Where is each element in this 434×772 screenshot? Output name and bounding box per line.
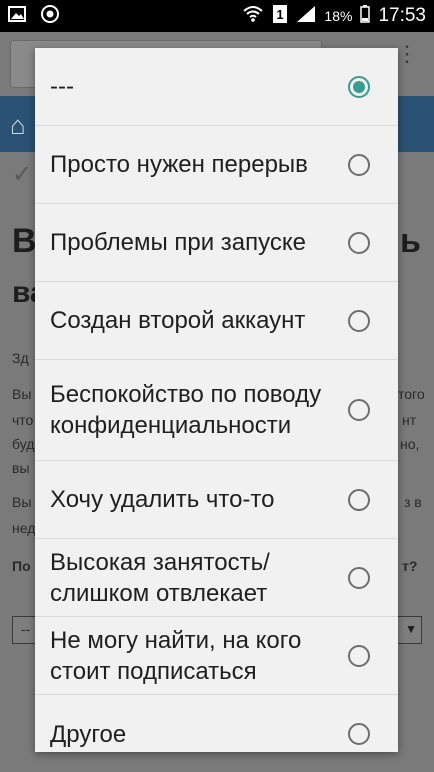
- page-title-fragment-right: ь: [400, 222, 421, 260]
- bg-text-line: з в: [404, 494, 422, 510]
- option-label: Просто нужен перерыв: [50, 151, 308, 178]
- sim-1-icon: 1: [272, 4, 288, 29]
- bg-text-line: Вы: [12, 386, 32, 402]
- option-too-busy[interactable]: Высокая занятость/ слишком отвлекает: [35, 539, 398, 617]
- option-label: Высокая занятость/ слишком отвлекает: [50, 548, 270, 607]
- bg-text-line: но,: [400, 436, 420, 452]
- chevron-down-icon: ▼: [405, 622, 417, 636]
- option-other[interactable]: Другое: [35, 695, 398, 752]
- reason-picker-dialog: --- Просто нужен перерыв Проблемы при за…: [35, 48, 398, 752]
- radio-selected-icon[interactable]: [348, 75, 370, 98]
- radio-icon[interactable]: [348, 399, 370, 421]
- option-second-account[interactable]: Создан второй аккаунт: [35, 282, 398, 360]
- bg-text-line: буд: [12, 436, 35, 452]
- option-label: Хочу удалить что-то: [50, 486, 275, 513]
- radio-icon[interactable]: [348, 231, 370, 254]
- radio-icon[interactable]: [348, 488, 370, 511]
- option-label: Другое: [50, 720, 127, 748]
- bg-text-line: По: [12, 558, 31, 574]
- overflow-menu-icon[interactable]: ⋮: [396, 43, 418, 65]
- option-label: Проблемы при запуске: [50, 229, 306, 256]
- radio-icon[interactable]: [348, 153, 370, 176]
- radio-icon[interactable]: [348, 566, 370, 589]
- option-label: Не могу найти, на кого стоит подписаться: [50, 626, 302, 685]
- option-startup-problems[interactable]: Проблемы при запуске: [35, 204, 398, 282]
- battery-icon: [360, 4, 371, 28]
- radio-icon[interactable]: [348, 644, 370, 667]
- option-label: Создан второй аккаунт: [50, 307, 306, 334]
- status-bar: 1 18% 17:53: [0, 0, 434, 32]
- chrome-icon: [40, 4, 60, 29]
- wifi-icon: [242, 5, 264, 28]
- option-label: Беспокойство по поводу конфиденциальност…: [50, 381, 322, 439]
- bg-text-line: нед: [12, 520, 36, 536]
- option-cant-find-follow[interactable]: Не могу найти, на кого стоит подписаться: [35, 617, 398, 695]
- battery-percent: 18%: [324, 8, 353, 24]
- option-label: ---: [50, 73, 74, 100]
- option-privacy-concern[interactable]: Беспокойство по поводу конфиденциальност…: [35, 360, 398, 461]
- signal-icon: [296, 5, 316, 28]
- option-none[interactable]: ---: [35, 48, 398, 126]
- bg-text-line: нт: [402, 412, 417, 428]
- image-icon: [8, 5, 26, 28]
- bg-text-line: что: [12, 412, 34, 428]
- radio-icon[interactable]: [348, 723, 370, 745]
- bg-text-line: того: [398, 386, 425, 402]
- svg-text:1: 1: [277, 7, 284, 22]
- option-delete-something[interactable]: Хочу удалить что-то: [35, 461, 398, 539]
- bg-text-line: т?: [402, 558, 418, 574]
- option-need-break[interactable]: Просто нужен перерыв: [35, 126, 398, 204]
- reason-select-value: --: [21, 621, 31, 637]
- home-icon[interactable]: ⌂: [10, 110, 26, 141]
- radio-icon[interactable]: [348, 309, 370, 332]
- bg-text-line: Вы: [12, 494, 32, 510]
- bg-text-line: вы: [12, 460, 30, 476]
- clock: 17:53: [378, 5, 426, 26]
- check-icon: ✓: [12, 161, 33, 188]
- bg-text-line: Зд: [12, 350, 29, 366]
